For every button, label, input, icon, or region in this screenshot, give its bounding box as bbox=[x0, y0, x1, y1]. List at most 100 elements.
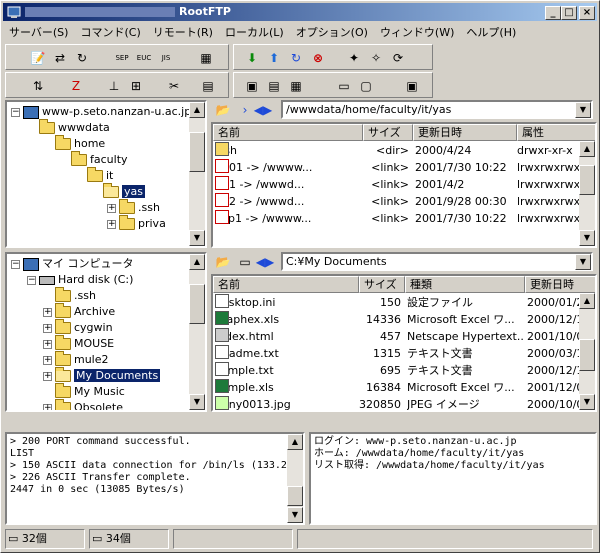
menu-local[interactable]: ローカル(L) bbox=[219, 22, 290, 42]
tree-item[interactable]: it bbox=[75, 167, 113, 184]
view-small-icon[interactable]: ▤ bbox=[264, 76, 284, 95]
notes-icon[interactable]: ▤ bbox=[198, 76, 218, 95]
tree-item[interactable]: + cygwin bbox=[43, 319, 113, 336]
tree-item[interactable]: + mule2 bbox=[43, 351, 109, 368]
menu-server[interactable]: サーバー(S) bbox=[3, 22, 74, 42]
scroll-down-icon[interactable]: ▼ bbox=[287, 507, 303, 523]
scroll-down-icon[interactable]: ▼ bbox=[579, 394, 595, 410]
local-header-name[interactable]: 名前 bbox=[213, 276, 359, 293]
tree-item[interactable]: My Music bbox=[43, 383, 125, 400]
scroll-up-icon[interactable]: ▲ bbox=[579, 141, 595, 157]
tree-item[interactable]: + .ssh bbox=[107, 199, 160, 216]
close-button[interactable]: × bbox=[579, 6, 595, 20]
log-scrollbar[interactable]: ▲ ▼ bbox=[287, 434, 303, 523]
expand-toggle-icon[interactable]: − bbox=[11, 107, 20, 117]
split-icon[interactable]: ⊥ bbox=[104, 76, 124, 95]
tree-item[interactable]: + priva bbox=[107, 215, 166, 232]
scroll-thumb[interactable] bbox=[579, 165, 595, 195]
tree-item[interactable]: yas bbox=[91, 183, 145, 200]
scroll-thumb[interactable] bbox=[189, 132, 205, 172]
remote-path-dropdown-icon[interactable]: ▼ bbox=[575, 102, 591, 118]
tree-item[interactable]: + MOUSE bbox=[43, 335, 114, 352]
expand-toggle-icon[interactable]: + bbox=[43, 323, 52, 333]
view-large-icon[interactable]: ▣ bbox=[242, 76, 262, 95]
tree-scrollbar[interactable]: ▲ ▼ bbox=[189, 254, 205, 410]
window-layout-icon[interactable]: ▣ bbox=[402, 76, 422, 95]
scroll-down-icon[interactable]: ▼ bbox=[189, 230, 205, 246]
remote-history-icon[interactable]: ◀▶ bbox=[253, 100, 273, 119]
expand-toggle-icon[interactable]: + bbox=[43, 403, 52, 410]
scroll-up-icon[interactable]: ▲ bbox=[189, 254, 205, 270]
file-row[interactable]: graphex.xls 14336 Microsoft Excel ワ... 2000… bbox=[213, 311, 579, 328]
tree-item[interactable]: + My Documents bbox=[43, 367, 161, 384]
remote-path-combo[interactable]: /wwwdata/home/faculty/it/yas ▼ bbox=[281, 100, 593, 119]
sort-icon[interactable]: ⇅ bbox=[28, 76, 48, 95]
tree-item[interactable]: − Hard disk (C:) bbox=[27, 272, 133, 288]
scroll-thumb[interactable] bbox=[579, 339, 595, 371]
sync-up-icon[interactable]: ✧ bbox=[366, 48, 386, 67]
remote-header-name[interactable]: 名前 bbox=[213, 124, 363, 141]
upload-icon[interactable]: ⬆ bbox=[264, 48, 284, 67]
remote-forward-icon[interactable]: › bbox=[235, 100, 255, 119]
expand-toggle-icon[interactable]: − bbox=[11, 259, 20, 269]
expand-toggle-icon[interactable]: − bbox=[27, 275, 36, 285]
new-window-icon[interactable]: ▢ bbox=[356, 76, 376, 95]
sync-down-icon[interactable]: ✦ bbox=[344, 48, 364, 67]
expand-toggle-icon[interactable]: + bbox=[107, 203, 116, 213]
remote-up-icon[interactable]: 📂 bbox=[213, 100, 233, 119]
scroll-up-icon[interactable]: ▲ bbox=[287, 434, 303, 450]
file-row[interactable]: sample.txt 695 テキスト文書 2000/12/1 bbox=[213, 362, 579, 379]
local-history-icon[interactable]: ◀▶ bbox=[255, 252, 275, 271]
remote-header-size[interactable]: サイズ bbox=[363, 124, 413, 141]
local-up-icon[interactable]: 📂 bbox=[213, 252, 233, 271]
refresh-icon[interactable]: ↻ bbox=[72, 48, 92, 67]
view-detail-icon[interactable]: ▦ bbox=[286, 76, 306, 95]
scroll-down-icon[interactable]: ▼ bbox=[579, 230, 595, 246]
file-row[interactable]: .ssh<dir>2000/4/24drwxr-xr-x bbox=[213, 142, 579, 159]
local-drive-icon[interactable]: ▭ bbox=[235, 252, 255, 271]
tree-item[interactable]: − マイ コンピュータ bbox=[11, 256, 134, 272]
file-row[interactable]: sample.xls 16384 Microsoft Excel ワ... 2001/… bbox=[213, 379, 579, 396]
local-path-combo[interactable]: C:¥My Documents ▼ bbox=[281, 252, 593, 271]
minimize-button[interactable]: _ bbox=[545, 6, 561, 20]
file-row[interactable]: bp2 -> /wwwd... <link> 2001/9/28 00:30 lrwx… bbox=[213, 193, 579, 210]
jis-icon[interactable]: JIS bbox=[156, 48, 176, 67]
scroll-down-icon[interactable]: ▼ bbox=[189, 394, 205, 410]
local-header-size[interactable]: サイズ bbox=[359, 276, 405, 293]
scroll-thumb[interactable] bbox=[287, 486, 303, 506]
file-row[interactable]: desktop.ini 150 設定ファイル 2000/01/2 bbox=[213, 294, 579, 311]
local-header-date[interactable]: 更新日時 bbox=[525, 276, 595, 293]
menu-window[interactable]: ウィンドウ(W) bbox=[374, 22, 460, 42]
menu-command[interactable]: コマンド(C) bbox=[74, 22, 146, 42]
local-list-scrollbar[interactable]: ▲ ▼ bbox=[579, 293, 595, 410]
sep-icon[interactable]: SEP bbox=[112, 48, 132, 67]
tree-item[interactable]: + Archive bbox=[43, 303, 115, 320]
file-row[interactable]: bp1 -> /wwwd... <link> 2001/4/2 lrwxrwxrwx bbox=[213, 176, 579, 193]
file-row[interactable]: Sany0013.jpg 320850 JPEG イメージ 2000/10/0 bbox=[213, 396, 579, 410]
maximize-button[interactable]: □ bbox=[561, 6, 577, 20]
expand-toggle-icon[interactable]: + bbox=[107, 219, 116, 229]
tree-item[interactable]: .ssh bbox=[43, 287, 96, 304]
properties-icon[interactable]: 📝 bbox=[28, 48, 48, 67]
remote-header-attr[interactable]: 属性 bbox=[517, 124, 595, 141]
scroll-thumb[interactable] bbox=[189, 284, 205, 324]
file-row[interactable]: index.html 457 Netscape Hypertext... 2001/1… bbox=[213, 328, 579, 345]
cut-icon[interactable]: ✂ bbox=[164, 76, 184, 95]
local-path-dropdown-icon[interactable]: ▼ bbox=[575, 254, 591, 270]
expand-toggle-icon[interactable]: + bbox=[43, 371, 52, 381]
file-row[interactable]: cbp1 -> /wwww... <link> 2001/7/30 10:22 lrw… bbox=[213, 210, 579, 227]
folder-view-icon[interactable]: ▭ bbox=[334, 76, 354, 95]
local-header-type[interactable]: 種類 bbox=[405, 276, 525, 293]
file-row[interactable]: Readme.txt 1315 テキスト文書 2000/03/1 bbox=[213, 345, 579, 362]
expand-toggle-icon[interactable]: + bbox=[43, 339, 52, 349]
tree-item[interactable]: home bbox=[43, 135, 105, 152]
euc-icon[interactable]: EUC bbox=[134, 48, 154, 67]
tree-item[interactable]: − www-p.seto.nanzan-u.ac.jp bbox=[11, 104, 191, 120]
compare-icon[interactable]: Z bbox=[66, 76, 86, 95]
title-bar[interactable]: RootFTP _ □ × bbox=[3, 3, 597, 21]
menu-help[interactable]: ヘルプ(H) bbox=[460, 22, 522, 42]
tree-item[interactable]: wwwdata bbox=[27, 119, 110, 136]
scroll-up-icon[interactable]: ▲ bbox=[189, 102, 205, 118]
tree-item[interactable]: faculty bbox=[59, 151, 128, 168]
convert-icon[interactable]: ⇄ bbox=[50, 48, 70, 67]
